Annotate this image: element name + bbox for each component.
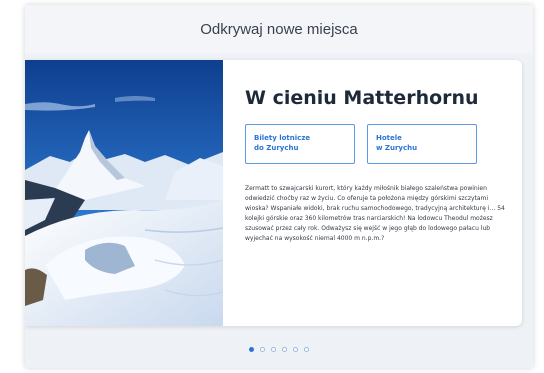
carousel-dot-5[interactable] bbox=[293, 347, 298, 352]
carousel-dot-4[interactable] bbox=[282, 347, 287, 352]
hotels-button-line1: Hotele bbox=[376, 134, 402, 142]
slide-description: Zermatt to szwajcarski kurort, który każ… bbox=[245, 185, 505, 242]
matterhorn-photo bbox=[25, 60, 223, 326]
flights-to-zurich-button[interactable]: Bilety lotnicze do Zurychu bbox=[245, 124, 355, 164]
section-title: Odkrywaj nowe miejsca bbox=[200, 20, 358, 38]
hotels-button-line2: w Zurychu bbox=[376, 144, 418, 152]
carousel-pagination bbox=[25, 347, 533, 352]
carousel-panel: Odkrywaj nowe miejsca W cieniu Matterhor… bbox=[25, 5, 533, 368]
carousel-dot-3[interactable] bbox=[271, 347, 276, 352]
hotels-in-zurich-button[interactable]: Hotele w Zurychu bbox=[367, 124, 477, 164]
carousel-dot-2[interactable] bbox=[260, 347, 265, 352]
carousel-dot-1[interactable] bbox=[249, 347, 254, 352]
section-header: Odkrywaj nowe miejsca bbox=[25, 5, 533, 53]
slide-card[interactable]: W cieniu Matterhornu Bilety lotnicze do … bbox=[25, 60, 522, 326]
carousel-dot-6[interactable] bbox=[304, 347, 309, 352]
flights-button-line2: do Zurychu bbox=[254, 144, 299, 152]
flights-button-line1: Bilety lotnicze bbox=[254, 134, 311, 142]
slide-content: W cieniu Matterhornu Bilety lotnicze do … bbox=[245, 60, 510, 326]
slide-title: W cieniu Matterhornu bbox=[245, 87, 479, 109]
